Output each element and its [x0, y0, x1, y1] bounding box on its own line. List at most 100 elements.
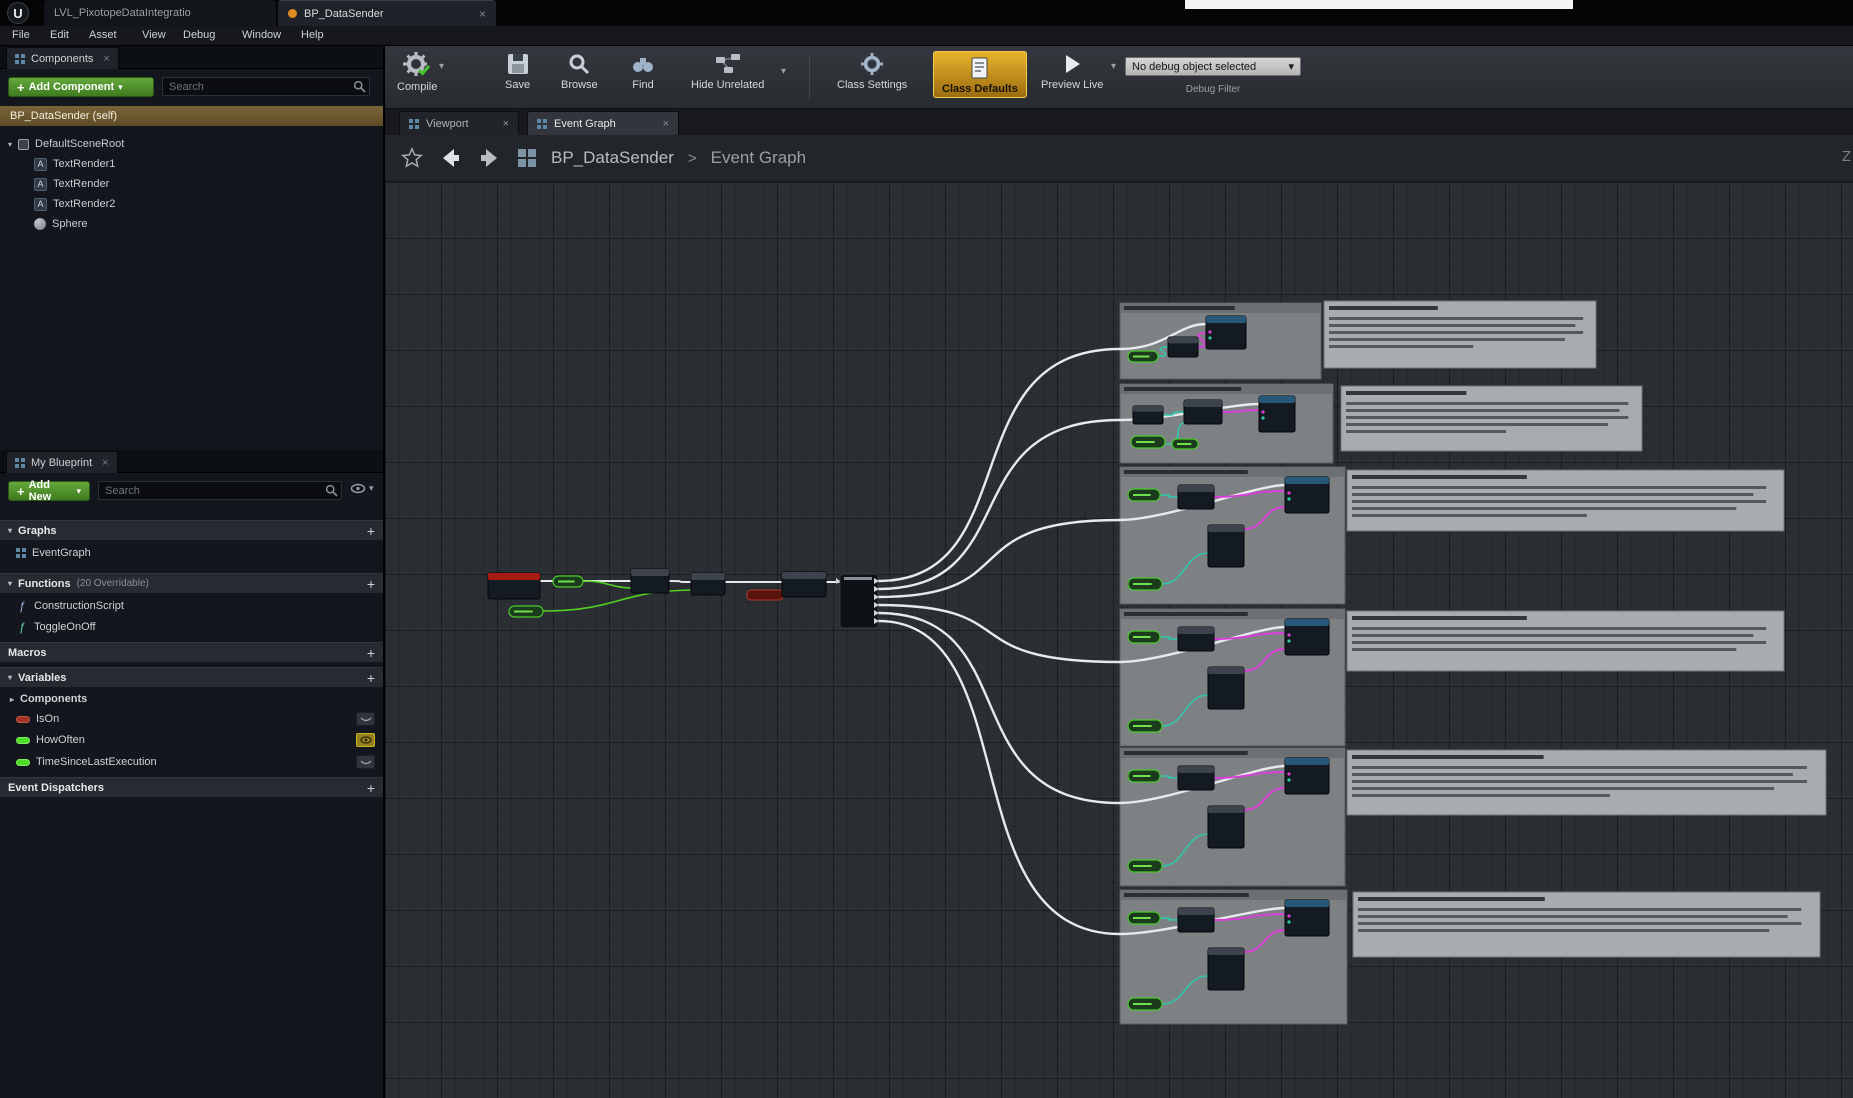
struct-pin[interactable]: [1287, 633, 1290, 636]
component-tree-item[interactable]: A TextRender: [0, 174, 383, 194]
find-button[interactable]: Find: [631, 52, 655, 91]
expander-icon[interactable]: ▾: [8, 140, 12, 149]
group-title-text: [1124, 612, 1248, 616]
class-defaults-button[interactable]: Class Defaults: [933, 51, 1027, 98]
exec-in-pin[interactable]: [836, 578, 840, 584]
menu-window[interactable]: Window: [242, 29, 281, 41]
float-type-icon: [16, 737, 30, 744]
asset-tab-datasender[interactable]: BP_DataSender ×: [278, 0, 496, 26]
debug-object-dropdown[interactable]: No debug object selected ▾: [1125, 57, 1301, 76]
function-item[interactable]: ƒ ToggleOnOff: [0, 617, 383, 637]
add-variable-button[interactable]: +: [367, 670, 375, 686]
struct-pin[interactable]: [1208, 330, 1211, 333]
asset-tab-level[interactable]: LVL_PixotopeDataIntegratio: [44, 0, 276, 26]
struct-pin[interactable]: [1287, 772, 1290, 775]
tree-item-label: Sphere: [52, 218, 87, 230]
preview-live-caret[interactable]: ▾: [1111, 61, 1116, 72]
struct-pin[interactable]: [1261, 410, 1264, 413]
add-graph-button[interactable]: +: [367, 523, 375, 539]
data-pin[interactable]: [1287, 920, 1290, 923]
hide-unrelated-caret[interactable]: ▾: [781, 66, 786, 77]
text-render-icon: A: [34, 198, 47, 211]
instance-editable-eye-icon[interactable]: [356, 733, 375, 747]
menu-file[interactable]: File: [12, 29, 30, 41]
unreal-logo-icon[interactable]: U: [7, 2, 29, 24]
variable-row[interactable]: HowOften: [0, 730, 383, 750]
event-graph-canvas[interactable]: [385, 182, 1853, 1098]
sequence-node[interactable]: [840, 574, 878, 628]
breadcrumb-asset[interactable]: BP_DataSender: [551, 148, 674, 168]
struct-pin[interactable]: [1287, 491, 1290, 494]
close-tab-icon[interactable]: ×: [503, 118, 509, 130]
data-pin[interactable]: [1287, 497, 1290, 500]
variables-section-header[interactable]: ▾ Variables +: [0, 667, 383, 688]
close-tab-icon[interactable]: ×: [663, 118, 669, 130]
compile-options-caret[interactable]: ▾: [439, 61, 444, 72]
menu-debug[interactable]: Debug: [183, 29, 215, 41]
back-arrow-icon[interactable]: [437, 145, 463, 171]
add-new-button[interactable]: + Add New ▾: [8, 481, 90, 501]
menu-help[interactable]: Help: [301, 29, 324, 41]
component-tree-item[interactable]: ▾ DefaultSceneRoot: [0, 134, 383, 154]
add-macro-button[interactable]: +: [367, 645, 375, 661]
event-dispatchers-header[interactable]: Event Dispatchers +: [0, 777, 383, 798]
data-pin[interactable]: [1287, 778, 1290, 781]
add-component-button[interactable]: + Add Component ▾: [8, 77, 154, 97]
zoom-indicator: Z: [1842, 148, 1851, 165]
bool-variable-node[interactable]: [747, 590, 783, 600]
browse-button[interactable]: Browse: [561, 52, 598, 91]
node-header: [1285, 900, 1329, 907]
graphs-section-header[interactable]: ▾ Graphs +: [0, 520, 383, 541]
variable-row[interactable]: IsOn: [0, 709, 383, 729]
comment-title-text: [1352, 755, 1544, 759]
preview-live-button[interactable]: Preview Live: [1041, 52, 1103, 91]
data-pin[interactable]: [1261, 416, 1264, 419]
add-function-button[interactable]: +: [367, 576, 375, 592]
add-dispatcher-button[interactable]: +: [367, 780, 375, 796]
comment-text-line: [1352, 500, 1766, 503]
close-tab-icon[interactable]: ×: [479, 7, 486, 21]
eventgraph-item[interactable]: EventGraph: [0, 543, 383, 563]
pill-label-bar: [1136, 441, 1155, 443]
close-panel-icon[interactable]: ×: [102, 457, 108, 469]
add-component-label: Add Component: [29, 81, 115, 93]
components-tab-label: Components: [31, 53, 93, 65]
instance-editable-eye-icon[interactable]: [356, 755, 375, 769]
component-tree-item[interactable]: Sphere: [0, 214, 383, 234]
tab-my-blueprint[interactable]: My Blueprint ×: [6, 451, 118, 473]
comment-text-line: [1329, 324, 1575, 327]
macros-section-header[interactable]: Macros +: [0, 642, 383, 663]
tab-viewport[interactable]: Viewport ×: [399, 111, 519, 135]
function-item[interactable]: ƒ ConstructionScript: [0, 596, 383, 616]
node-header: [1133, 406, 1163, 412]
menu-edit[interactable]: Edit: [50, 29, 69, 41]
comment-box-1[interactable]: [1324, 301, 1596, 368]
hide-unrelated-button[interactable]: Hide Unrelated: [691, 52, 764, 91]
forward-arrow-icon[interactable]: [477, 145, 503, 171]
functions-section-header[interactable]: ▾ Functions (20 Overridable) +: [0, 573, 383, 594]
menu-asset[interactable]: Asset: [89, 29, 117, 41]
tab-event-graph[interactable]: Event Graph ×: [527, 111, 679, 135]
data-pin[interactable]: [1287, 639, 1290, 642]
component-tree-item[interactable]: A TextRender1: [0, 154, 383, 174]
variable-row[interactable]: TimeSinceLastExecution: [0, 752, 383, 772]
blueprint-toolbar: Compile ▾ Save Browse Find: [385, 46, 1853, 109]
variables-category-components[interactable]: ▸ Components: [0, 689, 383, 709]
view-options-button[interactable]: ▾: [350, 483, 374, 494]
component-self-row[interactable]: BP_DataSender (self): [0, 106, 383, 126]
components-search-input[interactable]: [162, 77, 370, 96]
menu-view[interactable]: View: [142, 29, 166, 41]
tab-components[interactable]: Components ×: [6, 47, 119, 69]
graph-svg[interactable]: [385, 182, 1853, 1098]
save-button[interactable]: Save: [505, 52, 530, 91]
class-settings-button[interactable]: Class Settings: [837, 52, 907, 91]
instance-editable-eye-icon[interactable]: [356, 712, 375, 726]
component-tree-item[interactable]: A TextRender2: [0, 194, 383, 214]
data-pin[interactable]: [1208, 336, 1211, 339]
struct-pin[interactable]: [1287, 914, 1290, 917]
compile-button[interactable]: Compile: [397, 52, 437, 93]
favorite-star-icon[interactable]: [401, 147, 423, 169]
close-panel-icon[interactable]: ×: [103, 53, 109, 65]
myblueprint-search-input[interactable]: [98, 481, 342, 500]
debug-filter-label: Debug Filter: [1125, 84, 1301, 95]
